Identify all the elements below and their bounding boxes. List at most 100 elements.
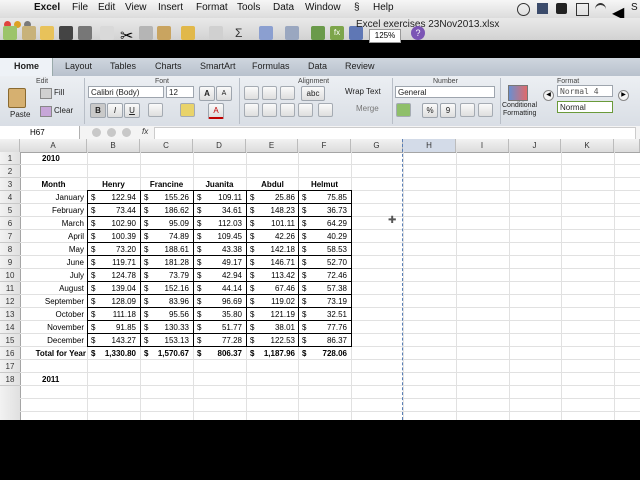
eraser-icon[interactable] — [40, 106, 52, 117]
month-cell[interactable]: March — [20, 217, 84, 230]
column-header-i[interactable]: I — [456, 139, 509, 152]
styles-prev-icon[interactable]: ◀ — [543, 90, 554, 101]
menu-insert[interactable]: Insert — [158, 2, 183, 13]
menu-help[interactable]: Help — [373, 2, 394, 13]
style-normal-4[interactable]: Normal 4 — [557, 85, 613, 97]
align-right-icon[interactable] — [280, 103, 295, 117]
row-header[interactable]: 13 — [0, 308, 20, 321]
paste-button-label[interactable]: Paste — [10, 110, 30, 119]
conditional-formatting-label-2[interactable]: Formatting — [503, 110, 536, 117]
menu-data[interactable]: Data — [273, 2, 294, 13]
import-icon[interactable] — [100, 26, 114, 40]
tab-layout[interactable]: Layout — [65, 61, 92, 71]
month-cell[interactable]: April — [20, 230, 84, 243]
column-header-k[interactable]: K — [561, 139, 614, 152]
bluetooth-icon[interactable] — [576, 3, 589, 16]
increase-decimal-icon[interactable] — [460, 103, 475, 117]
help-icon[interactable]: ? — [411, 26, 425, 40]
sort-icon[interactable] — [259, 26, 273, 40]
total-label[interactable]: Total for Year — [20, 347, 86, 360]
wrap-text-button[interactable]: Wrap Text — [345, 87, 381, 96]
column-header-b[interactable]: B — [87, 139, 140, 152]
row-header[interactable]: 16 — [0, 347, 20, 360]
wifi-icon[interactable] — [595, 3, 606, 16]
style-normal[interactable]: Normal — [557, 101, 613, 113]
tab-tables[interactable]: Tables — [110, 61, 136, 71]
cut-icon[interactable]: ✂ — [120, 26, 134, 45]
zoom-select[interactable]: 125% — [369, 29, 401, 43]
borders-icon[interactable] — [148, 103, 163, 117]
month-cell[interactable]: January — [20, 191, 84, 204]
row-header[interactable]: 1 — [0, 152, 20, 165]
tab-data[interactable]: Data — [308, 61, 327, 71]
font-color-button[interactable]: A — [208, 103, 224, 119]
clear-button[interactable]: Clear — [54, 106, 73, 115]
justify-icon[interactable] — [298, 103, 313, 117]
autosum-icon[interactable]: Σ — [235, 26, 249, 40]
confirm-entry-icon[interactable] — [107, 128, 116, 137]
total-cell[interactable]: 1,570.67 — [140, 347, 189, 360]
column-header-e[interactable]: E — [246, 139, 298, 152]
save-icon[interactable] — [59, 26, 73, 40]
time-machine-icon[interactable] — [517, 3, 530, 16]
year-title-2011[interactable]: 2011 — [42, 373, 82, 386]
fill-color-icon[interactable] — [180, 103, 195, 117]
formula-builder-icon[interactable]: fx — [330, 26, 344, 40]
copy-icon[interactable] — [139, 26, 153, 40]
month-cell[interactable]: August — [20, 282, 84, 295]
underline-button[interactable]: U — [124, 103, 140, 118]
column-header-g[interactable]: G — [351, 139, 403, 152]
row-header[interactable]: 14 — [0, 321, 20, 334]
insert-function-icon[interactable] — [122, 128, 131, 137]
column-header-d[interactable]: D — [193, 139, 246, 152]
row-header[interactable]: 7 — [0, 230, 20, 243]
number-format-select[interactable]: General — [395, 86, 495, 98]
month-cell[interactable]: September — [20, 295, 84, 308]
row-header[interactable]: 12 — [0, 295, 20, 308]
conditional-formatting-icon[interactable] — [508, 85, 528, 101]
print-icon[interactable] — [78, 26, 92, 40]
comma-style-button[interactable]: 9 — [440, 103, 456, 118]
conditional-formatting-label-1[interactable]: Conditional — [502, 102, 537, 109]
name-box[interactable]: H67 — [0, 126, 80, 139]
menu-edit[interactable]: Edit — [98, 2, 115, 13]
month-cell[interactable]: July — [20, 269, 84, 282]
year-title-2010[interactable]: 2010 — [42, 152, 82, 165]
row-header[interactable]: 10 — [0, 269, 20, 282]
percent-button[interactable]: % — [422, 103, 438, 118]
fill-icon[interactable] — [40, 88, 52, 99]
month-cell[interactable]: December — [20, 334, 84, 347]
column-header-h[interactable]: H — [403, 139, 456, 152]
merge-button[interactable]: Merge — [356, 104, 379, 113]
undo-icon[interactable] — [181, 26, 195, 40]
column-header-j[interactable]: J — [509, 139, 561, 152]
paste-icon[interactable] — [157, 26, 171, 40]
row-header[interactable]: 6 — [0, 217, 20, 230]
gallery-icon[interactable] — [311, 26, 325, 40]
tab-charts[interactable]: Charts — [155, 61, 182, 71]
column-header-c[interactable]: C — [140, 139, 193, 152]
styles-next-icon[interactable]: ▶ — [618, 90, 629, 101]
total-cell[interactable]: 1,330.80 — [87, 347, 136, 360]
menu-file[interactable]: File — [72, 2, 88, 13]
shrink-font-button[interactable]: A — [216, 86, 232, 101]
menu-window[interactable]: Window — [305, 2, 341, 13]
month-cell[interactable]: October — [20, 308, 84, 321]
total-cell[interactable]: 806.37 — [193, 347, 242, 360]
row-header[interactable]: 9 — [0, 256, 20, 269]
decrease-decimal-icon[interactable] — [478, 103, 493, 117]
font-size-select[interactable]: 12 — [166, 86, 194, 98]
new-workbook-icon[interactable] — [3, 26, 17, 40]
template-icon[interactable] — [22, 26, 36, 40]
column-header-a[interactable]: A — [20, 139, 87, 152]
row-header[interactable]: 3 — [0, 178, 20, 191]
open-icon[interactable] — [40, 26, 54, 40]
bold-button[interactable]: B — [90, 103, 106, 118]
row-header[interactable]: 5 — [0, 204, 20, 217]
display-icon[interactable] — [556, 3, 567, 14]
month-cell[interactable]: June — [20, 256, 84, 269]
script-menu-icon[interactable]: § — [354, 2, 360, 13]
row-header[interactable]: 11 — [0, 282, 20, 295]
italic-button[interactable]: I — [107, 103, 123, 118]
tab-formulas[interactable]: Formulas — [252, 61, 290, 71]
